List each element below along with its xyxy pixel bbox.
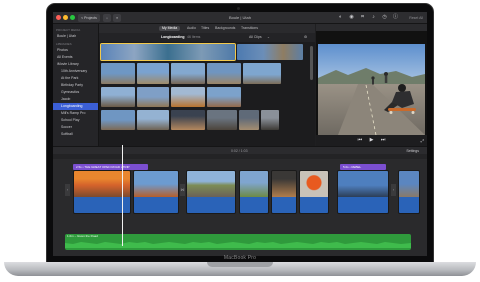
info-icon[interactable]: ⓘ	[392, 14, 399, 21]
libraries-heading: LIBRARIES	[56, 42, 72, 46]
timeline-toolbar: 0:02 / 1:03 Settings	[53, 146, 427, 154]
clip-thumbnail[interactable]	[171, 63, 205, 84]
transition-marker[interactable]: ›	[391, 184, 396, 196]
sidebar-item[interactable]: Photos	[53, 47, 98, 54]
clip-browser	[99, 42, 315, 146]
skip-back-icon[interactable]: ⏮	[358, 137, 363, 143]
skip-forward-icon[interactable]: ⏭	[381, 137, 386, 143]
skateboard-scene-image	[318, 44, 425, 135]
fullscreen-icon[interactable]: ⤢	[421, 135, 424, 146]
macbook-scene: < Projects ↓ ≡ Boule | Utah ◐ ◉ ⌗ ♪ ◷ ⓘ …	[0, 0, 480, 282]
crop-icon[interactable]: ⌗	[359, 14, 366, 21]
clip-thumbnail[interactable]	[101, 63, 135, 84]
preview-frame	[318, 44, 425, 135]
timeline-video-clip[interactable]	[186, 170, 236, 214]
title-bar: < Projects ↓ ≡ Boule | Utah ◐ ◉ ⌗ ♪ ◷ ⓘ …	[53, 12, 427, 24]
clip-thumbnail[interactable]	[137, 110, 169, 130]
transition-marker[interactable]: ⋈	[180, 184, 185, 196]
viewer-toolbar	[316, 24, 427, 31]
clip-thumbnail[interactable]	[261, 110, 279, 130]
clip-thumbnail[interactable]	[101, 87, 135, 107]
clip-thumbnail[interactable]	[243, 63, 281, 84]
clip-thumbnail[interactable]	[239, 110, 259, 130]
speed-icon[interactable]: ◷	[381, 14, 388, 21]
project-media-heading: PROJECT MEDIA	[56, 28, 81, 32]
browser-scrollbar[interactable]	[310, 46, 313, 80]
imovie-window: < Projects ↓ ≡ Boule | Utah ◐ ◉ ⌗ ♪ ◷ ⓘ …	[53, 12, 427, 256]
tab-my-media[interactable]: My Media	[159, 26, 181, 31]
music-waveform	[65, 242, 411, 248]
media-tabs: My Media Audio Titles Backgrounds Transi…	[99, 24, 315, 33]
sidebar-item[interactable]: Softball	[53, 131, 98, 138]
tab-transitions[interactable]: Transitions	[241, 26, 258, 31]
sidebar-item[interactable]: Jacob	[53, 96, 98, 103]
clip-thumbnail[interactable]	[171, 110, 205, 130]
clip-thumbnail[interactable]	[207, 63, 241, 84]
tab-audio[interactable]: Audio	[187, 26, 196, 31]
timeline-video-clip[interactable]	[239, 170, 269, 214]
chevron-down-icon: ⌄	[267, 35, 270, 39]
timeline-ruler	[53, 154, 427, 159]
tab-backgrounds[interactable]: Backgrounds	[215, 26, 235, 31]
event-name: Longboarding	[161, 35, 185, 39]
sidebar-item[interactable]: Longboarding	[53, 103, 98, 110]
libraries-sidebar: PROJECT MEDIA Boule | Utah LIBRARIES Pho…	[53, 24, 99, 146]
adjustment-toolbar: ◐ ◉ ⌗ ♪ ◷ ⓘ	[337, 14, 399, 22]
sidebar-item[interactable]: 10th Anniversary	[53, 68, 98, 75]
sidebar-item[interactable]: Soccer	[53, 124, 98, 131]
playhead[interactable]	[122, 145, 123, 246]
timeline-video-clip[interactable]	[398, 170, 420, 214]
transition-marker[interactable]: ‹	[65, 184, 70, 196]
preview-viewer: ⏮ ▶ ⏭ ⤢	[316, 24, 427, 146]
selected-clip-strip[interactable]	[100, 43, 236, 61]
clip-thumbnail[interactable]	[171, 87, 205, 107]
clip-thumbnail[interactable]	[207, 110, 237, 130]
clip-thumbnail[interactable]	[101, 110, 135, 130]
audio-icon[interactable]: ♪	[370, 14, 377, 21]
timeline: 2.5s • THE GREAT OPEN ROAD • TRIP 5.0s •…	[53, 145, 427, 256]
item-count: 46 Items	[187, 35, 201, 39]
sidebar-item[interactable]: School Play	[53, 117, 98, 124]
sidebar-item[interactable]: iMovie Library	[53, 61, 98, 68]
device-brand-label: MacBook Pro	[223, 255, 257, 261]
clip-thumbnail[interactable]	[137, 63, 169, 84]
playback-controls: ⏮ ▶ ⏭ ⤢	[316, 135, 427, 146]
tab-titles[interactable]: Titles	[201, 26, 209, 31]
timeline-video-clip[interactable]	[299, 170, 329, 214]
browser-subheader: Longboarding 46 Items All Clips ⌄ ⚙	[99, 33, 315, 42]
lid-opening-notch	[207, 262, 273, 267]
clip-thumbnail[interactable]	[207, 87, 241, 107]
sidebar-item[interactable]: At the Park	[53, 75, 98, 82]
music-track[interactable]: 1.0m – Given the Road	[65, 234, 411, 250]
clip-thumbnail[interactable]	[137, 87, 169, 107]
color-balance-icon[interactable]: ◐	[337, 14, 344, 21]
clip-thumbnail[interactable]	[237, 44, 303, 60]
sidebar-item[interactable]: Gymnastics	[53, 89, 98, 96]
color-correction-icon[interactable]: ◉	[348, 14, 355, 21]
clip-filter-select[interactable]: All Clips	[249, 35, 262, 40]
music-track-label: 1.0m – Given the Road	[67, 234, 98, 238]
library-list: Photos All Events iMovie Library 10th Anniv…	[53, 47, 98, 138]
reset-all-button[interactable]: Reset All	[409, 14, 423, 22]
timeline-video-clip[interactable]	[133, 170, 179, 214]
gear-icon[interactable]: ⚙	[304, 35, 307, 40]
play-icon[interactable]: ▶	[370, 137, 374, 143]
sidebar-item[interactable]: Mill's Ramp Pro	[53, 110, 98, 117]
timeline-video-clip[interactable]	[337, 170, 389, 214]
sidebar-item-project[interactable]: Boule | Utah	[53, 33, 98, 40]
sidebar-item[interactable]: Birthday Party	[53, 82, 98, 89]
timeline-video-clip[interactable]	[271, 170, 297, 214]
sidebar-item[interactable]: All Events	[53, 54, 98, 61]
camera-dot	[237, 7, 240, 10]
